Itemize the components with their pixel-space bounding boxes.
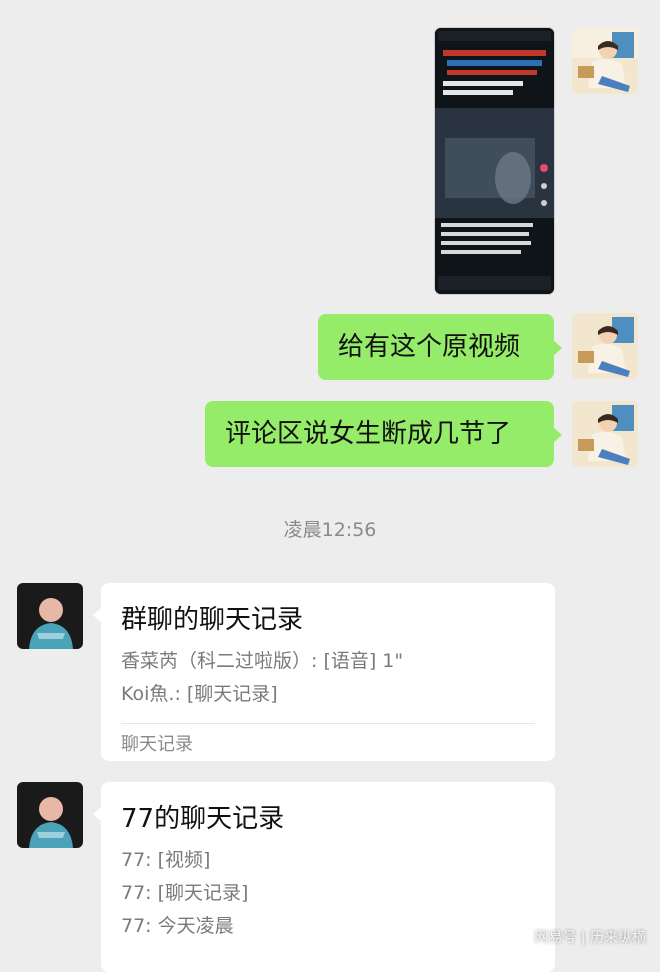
watermark: 网易号 | 历来纵横 [534, 930, 646, 946]
card-preview-line: 77: [视频] [121, 849, 211, 871]
card-title: 群聊的聊天记录 [121, 605, 304, 635]
self-avatar[interactable] [572, 28, 638, 94]
shared-video-screenshot[interactable] [435, 28, 554, 294]
chat-timestamp: 凌晨12:56 [283, 519, 377, 541]
card-preview-line: 香菜芮（科二过啦版）: [语音] 1" [121, 650, 404, 672]
card-footer: 聊天记录 [121, 734, 193, 755]
chat-history-card[interactable]: 群聊的聊天记录 香菜芮（科二过啦版）: [语音] 1" Koi魚.: [聊天记录… [93, 583, 555, 761]
sent-message-bubble[interactable]: 给有这个原视频 [318, 314, 562, 380]
contact-avatar[interactable] [17, 782, 83, 848]
message-text: 评论区说女生断成几节了 [225, 419, 512, 449]
card-preview-line: Koi魚.: [聊天记录] [121, 683, 278, 705]
card-preview-line: 77: [聊天记录] [121, 882, 249, 904]
chat-history-card[interactable]: 77的聊天记录 77: [视频] 77: [聊天记录] 77: 今天凌晨 [93, 782, 555, 972]
message-text: 给有这个原视频 [338, 332, 521, 362]
card-title: 77的聊天记录 [121, 804, 285, 834]
sent-message-bubble[interactable]: 评论区说女生断成几节了 [205, 401, 562, 467]
self-avatar[interactable] [572, 401, 638, 467]
contact-avatar[interactable] [17, 583, 83, 649]
self-avatar[interactable] [572, 313, 638, 379]
card-preview-line: 77: 今天凌晨 [121, 915, 234, 937]
